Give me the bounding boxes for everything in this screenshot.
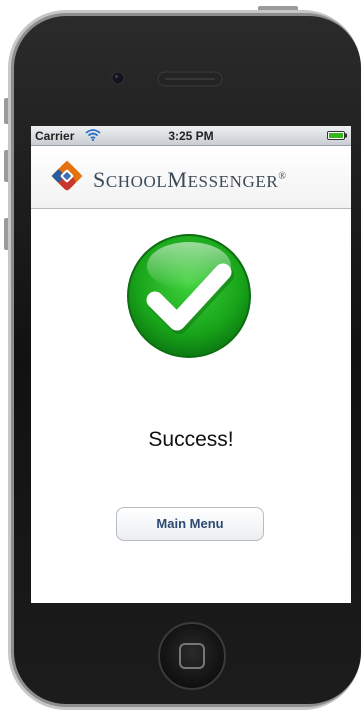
main-menu-button[interactable]: Main Menu: [116, 507, 264, 541]
battery-icon: [327, 131, 347, 140]
brand-initial-s: S: [93, 167, 106, 192]
brand-messenger: ESSENGER: [187, 172, 279, 191]
status-bar: Carrier 3:25 PM: [31, 126, 351, 146]
brand-wordmark: SCHOOLMESSENGER®: [93, 167, 287, 193]
brand-school: CHOOL: [105, 172, 168, 191]
check-icon: [127, 234, 251, 358]
brand-initial-m: M: [167, 167, 188, 192]
registered-mark: ®: [278, 171, 287, 182]
success-message: Success!: [148, 428, 234, 451]
app-header: SCHOOLMESSENGER®: [31, 146, 351, 209]
phone-screen: Carrier 3:25 PM SCHOOLMESSENGER® Success…: [31, 126, 351, 603]
clock: 3:25 PM: [168, 129, 214, 143]
school-messenger-logo-icon: [51, 160, 83, 191]
